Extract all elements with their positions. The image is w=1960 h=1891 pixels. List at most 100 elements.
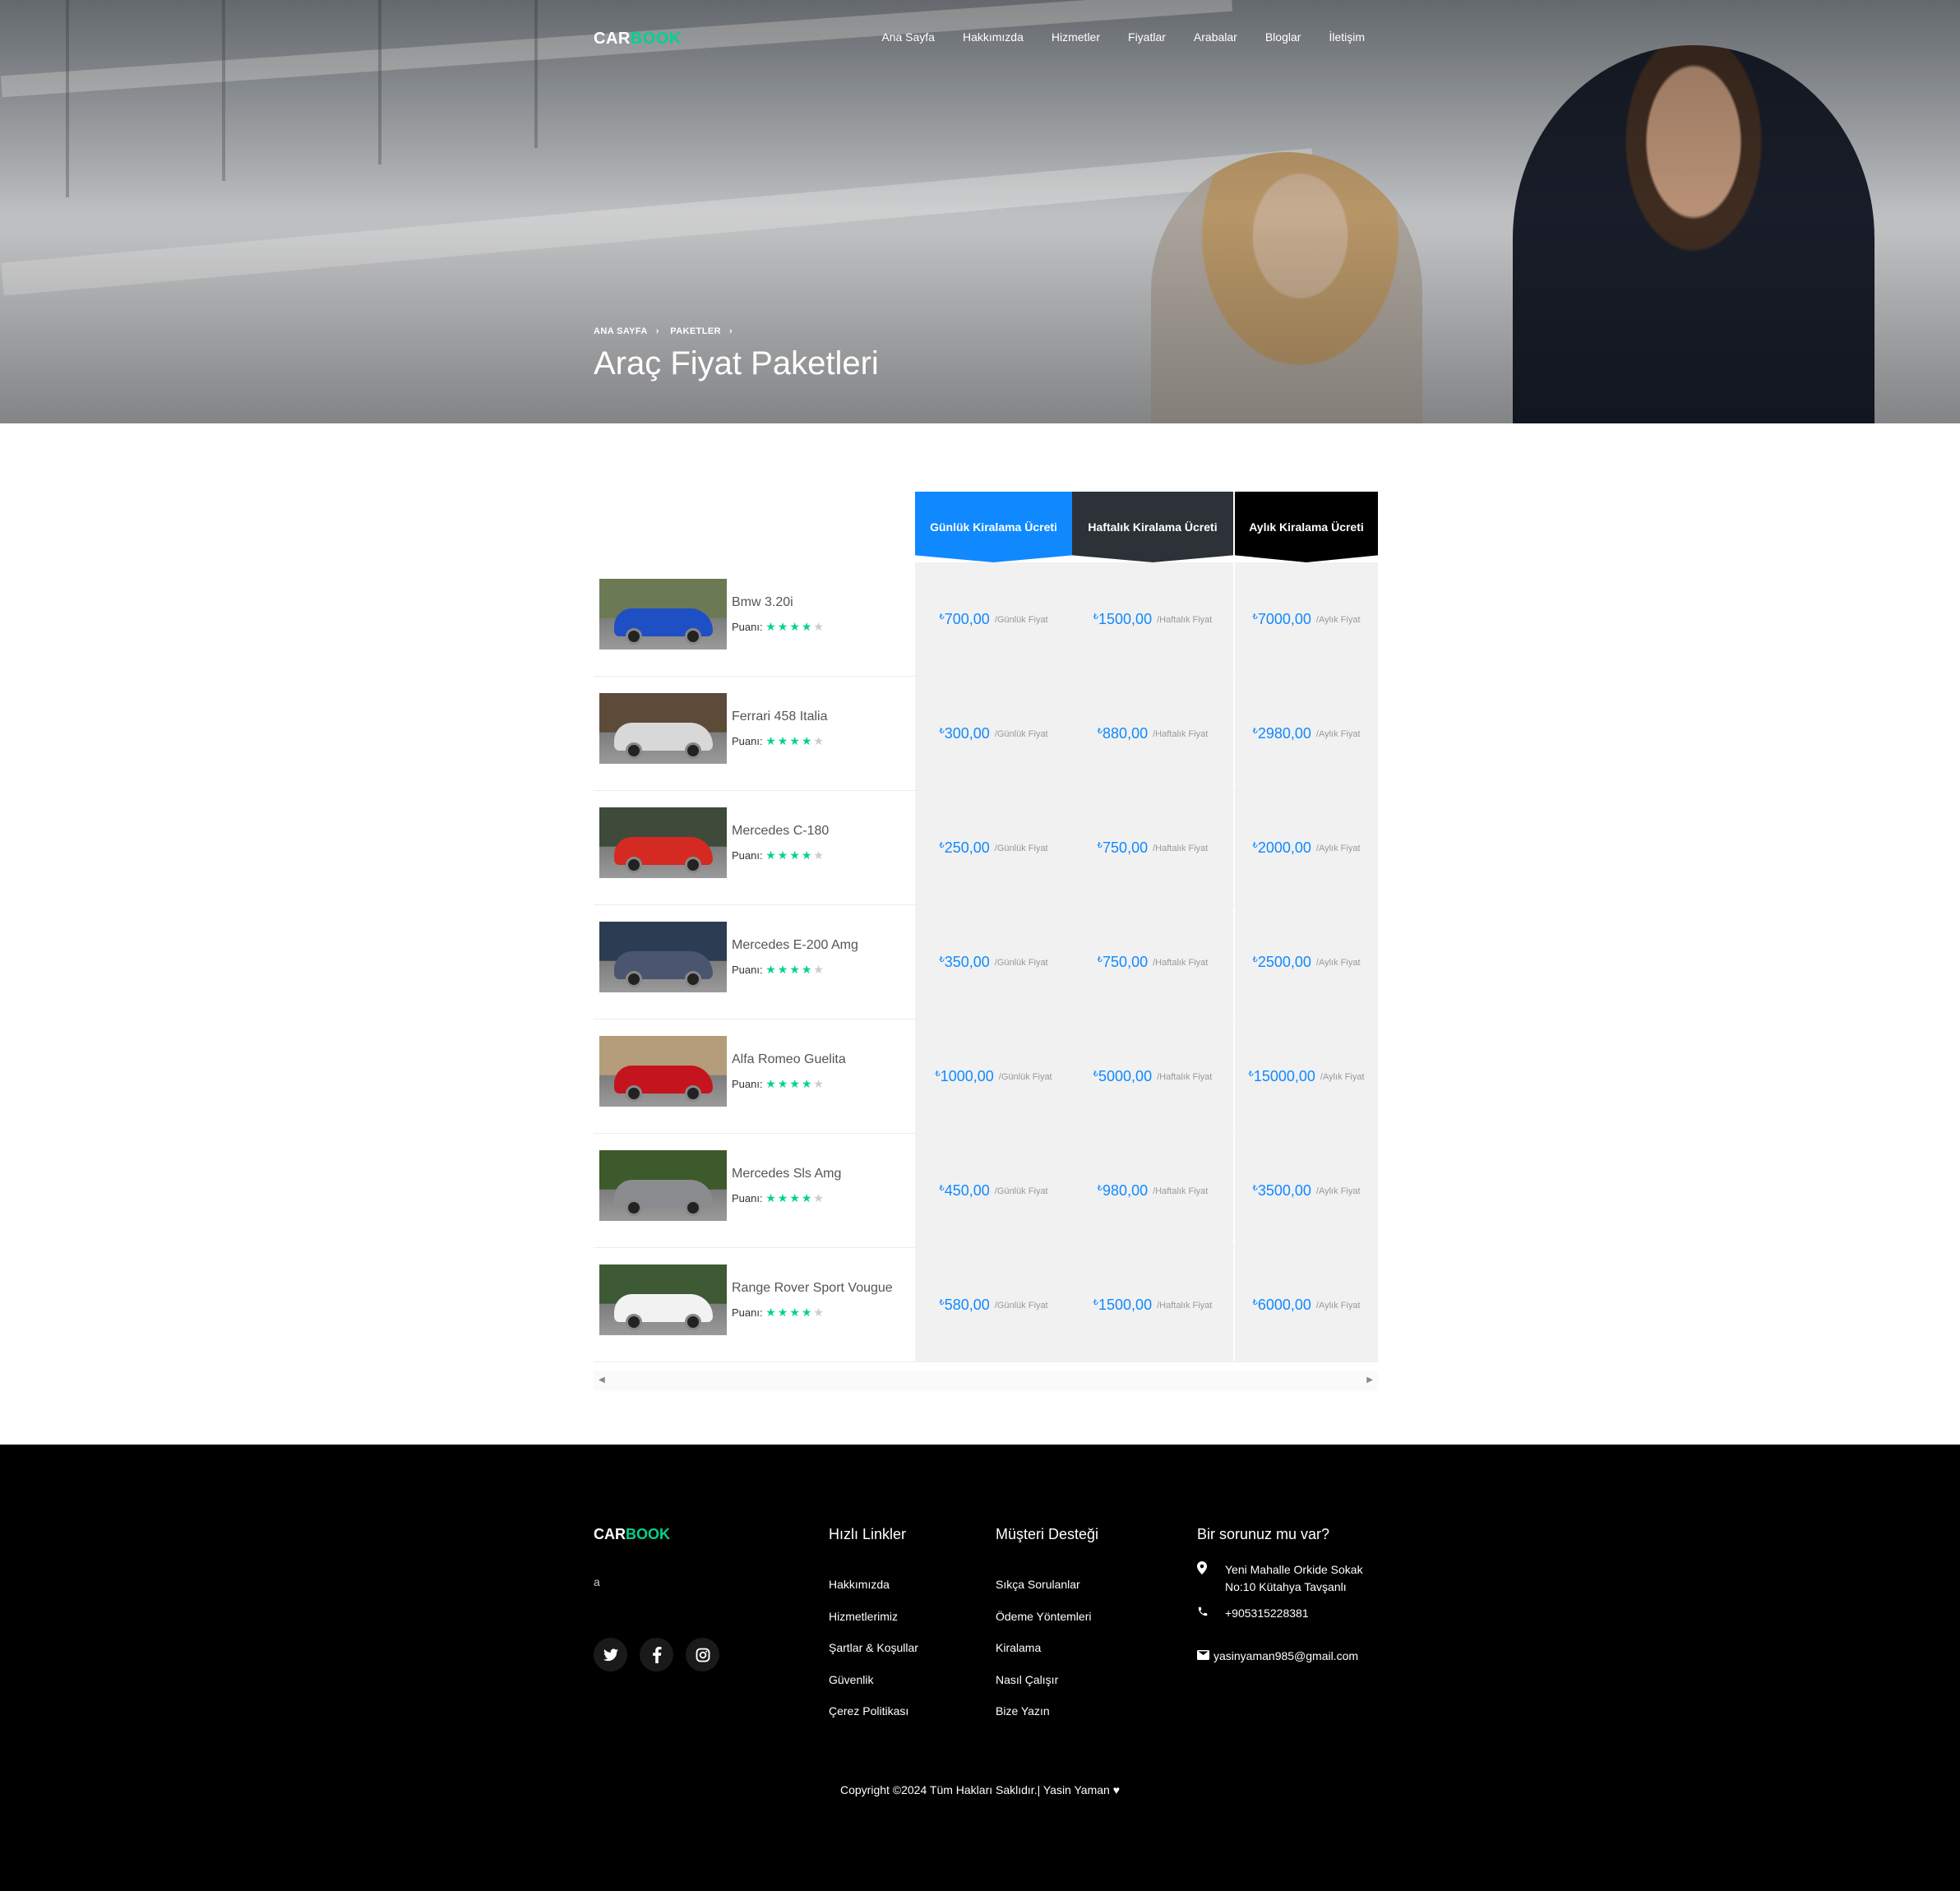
horizontal-scrollbar[interactable]: ◀ ▶: [594, 1371, 1378, 1390]
instagram-icon[interactable]: [686, 1638, 719, 1671]
star-rating-icon: ★★★★★: [765, 963, 825, 976]
price-cell-weekly: ₺ 750,00 /Haftalık Fiyat: [1072, 791, 1233, 905]
car-name[interactable]: Mercedes E-200 Amg: [732, 938, 858, 953]
star-rating-icon: ★★★★★: [765, 1191, 825, 1204]
price-amount: 980,00: [1102, 1182, 1149, 1199]
facebook-icon[interactable]: [640, 1638, 673, 1671]
twitter-icon[interactable]: [594, 1638, 627, 1671]
car-thumbnail[interactable]: [599, 579, 727, 650]
price-period: /Günlük Fiyat: [994, 957, 1048, 968]
breadcrumb-current: PAKETLER ›: [670, 326, 733, 336]
price-cell-weekly: ₺ 5000,00 /Haftalık Fiyat: [1072, 1019, 1233, 1134]
price-period: /Günlük Fiyat: [998, 1071, 1052, 1082]
price-cell-daily: ₺ 1000,00 /Günlük Fiyat: [915, 1019, 1072, 1134]
footer-link-hakkimizda[interactable]: Hakkımızda: [829, 1578, 918, 1610]
price-period: /Haftalık Fiyat: [1153, 1186, 1209, 1196]
footer: CARBOOK a Hızlı Linkler Hakkımızda Hizme…: [0, 1445, 1960, 1891]
price-cell-daily: ₺ 450,00 /Günlük Fiyat: [915, 1134, 1072, 1248]
car-thumbnail[interactable]: [599, 1150, 727, 1221]
price-amount: 750,00: [1102, 839, 1149, 856]
footer-link-hizmetlerimiz[interactable]: Hizmetlerimiz: [829, 1610, 918, 1642]
price-period: /Günlük Fiyat: [994, 1186, 1048, 1196]
footer-logo[interactable]: CARBOOK: [594, 1526, 670, 1543]
price-cell-daily: ₺ 580,00 /Günlük Fiyat: [915, 1248, 1072, 1362]
pricing-row: Mercedes Sls Amg Puanı: ★★★★★ ₺ 450,00 /…: [594, 1134, 1378, 1248]
header-daily: Günlük Kiralama Ücreti: [915, 492, 1072, 562]
price-cell-monthly: ₺ 2980,00 /Aylık Fiyat: [1235, 677, 1378, 791]
footer-link-bize-yazin[interactable]: Bize Yazın: [996, 1704, 1098, 1736]
price-period: /Haftalık Fiyat: [1153, 957, 1209, 968]
price-amount: 250,00: [944, 839, 990, 856]
price-period: /Aylık Fiyat: [1315, 843, 1361, 853]
price-amount: 5000,00: [1098, 1068, 1153, 1084]
support-column: Müşteri Desteği Sıkça Sorulanlar Ödeme Y…: [996, 1526, 1098, 1736]
contact-phone[interactable]: +905315228381: [1225, 1605, 1309, 1637]
footer-link-odeme[interactable]: Ödeme Yöntemleri: [996, 1610, 1098, 1642]
site-logo[interactable]: CARBOOK: [594, 30, 682, 49]
price-period: /Günlük Fiyat: [994, 843, 1048, 853]
price-cell-monthly: ₺ 6000,00 /Aylık Fiyat: [1235, 1248, 1378, 1362]
footer-link-guvenlik[interactable]: Güvenlik: [829, 1673, 918, 1705]
breadcrumb: ANA SAYFA › PAKETLER ›: [594, 326, 741, 336]
car-thumbnail[interactable]: [599, 693, 727, 764]
scroll-left-arrow-icon[interactable]: ◀: [599, 1375, 605, 1385]
price-period: /Haftalık Fiyat: [1153, 843, 1209, 853]
contact-email[interactable]: yasinyaman985@gmail.com: [1213, 1648, 1358, 1680]
nav-ana-sayfa[interactable]: Ana Sayfa: [881, 30, 935, 44]
car-name[interactable]: Alfa Romeo Guelita: [732, 1052, 846, 1067]
price-period: /Günlük Fiyat: [994, 614, 1048, 625]
car-thumbnail[interactable]: [599, 922, 727, 992]
footer-link-sartlar[interactable]: Şartlar & Koşullar: [829, 1641, 918, 1673]
car-rating: Puanı: ★★★★★: [732, 1077, 825, 1090]
footer-link-sss[interactable]: Sıkça Sorulanlar: [996, 1578, 1098, 1610]
car-rating: Puanı: ★★★★★: [732, 848, 825, 862]
breadcrumb-home[interactable]: ANA SAYFA ›: [594, 326, 659, 336]
pricing-row: Ferrari 458 Italia Puanı: ★★★★★ ₺ 300,00…: [594, 677, 1378, 791]
nav-hizmetler[interactable]: Hizmetler: [1052, 30, 1100, 44]
price-cell-daily: ₺ 700,00 /Günlük Fiyat: [915, 562, 1072, 677]
price-amount: 15000,00: [1253, 1068, 1315, 1084]
price-amount: 350,00: [944, 954, 990, 970]
price-period: /Aylık Fiyat: [1315, 957, 1361, 968]
price-cell-weekly: ₺ 1500,00 /Haftalık Fiyat: [1072, 1248, 1233, 1362]
quick-links-title: Hızlı Linkler: [829, 1526, 907, 1542]
price-cell-monthly: ₺ 2500,00 /Aylık Fiyat: [1235, 905, 1378, 1019]
price-amount: 1500,00: [1098, 611, 1153, 627]
price-cell-daily: ₺ 300,00 /Günlük Fiyat: [915, 677, 1072, 791]
footer-link-kiralama[interactable]: Kiralama: [996, 1641, 1098, 1673]
pricing-row: Mercedes C-180 Puanı: ★★★★★ ₺ 250,00 /Gü…: [594, 791, 1378, 905]
price-amount: 2500,00: [1257, 954, 1311, 970]
header-weekly: Haftalık Kiralama Ücreti: [1072, 492, 1233, 562]
car-name[interactable]: Range Rover Sport Vougue: [732, 1281, 893, 1296]
price-amount: 700,00: [944, 611, 990, 627]
nav-iletisim[interactable]: İletişim: [1329, 30, 1365, 44]
star-rating-icon: ★★★★★: [765, 1077, 825, 1090]
star-rating-icon: ★★★★★: [765, 848, 825, 862]
price-cell-monthly: ₺ 3500,00 /Aylık Fiyat: [1235, 1134, 1378, 1248]
scroll-right-arrow-icon[interactable]: ▶: [1366, 1375, 1373, 1385]
price-period: /Aylık Fiyat: [1315, 728, 1361, 739]
car-name[interactable]: Mercedes Sls Amg: [732, 1167, 841, 1181]
nav-fiyatlar[interactable]: Fiyatlar: [1128, 30, 1166, 44]
car-name[interactable]: Mercedes C-180: [732, 824, 829, 839]
car-thumbnail[interactable]: [599, 1265, 727, 1335]
car-name[interactable]: Bmw 3.20i: [732, 595, 793, 610]
nav-hakkimizda[interactable]: Hakkımızda: [963, 30, 1024, 44]
price-amount: 300,00: [944, 725, 990, 742]
footer-link-nasil[interactable]: Nasıl Çalışır: [996, 1673, 1098, 1705]
car-thumbnail[interactable]: [599, 1036, 727, 1107]
footer-link-cerez[interactable]: Çerez Politikası: [829, 1704, 918, 1736]
car-name[interactable]: Ferrari 458 Italia: [732, 710, 828, 724]
price-amount: 3500,00: [1257, 1182, 1311, 1199]
car-rating: Puanı: ★★★★★: [732, 1306, 825, 1319]
header-monthly: Aylık Kiralama Ücreti: [1235, 492, 1378, 562]
pricing-row: Range Rover Sport Vougue Puanı: ★★★★★ ₺ …: [594, 1248, 1378, 1362]
nav-arabalar[interactable]: Arabalar: [1194, 30, 1237, 44]
car-thumbnail[interactable]: [599, 807, 727, 878]
nav-bloglar[interactable]: Bloglar: [1265, 30, 1301, 44]
price-amount: 1500,00: [1098, 1297, 1153, 1313]
price-period: /Haftalık Fiyat: [1157, 1071, 1213, 1082]
quick-links-column: Hızlı Linkler Hakkımızda Hizmetlerimiz Ş…: [829, 1526, 918, 1736]
price-period: /Haftalık Fiyat: [1157, 614, 1213, 625]
car-rating: Puanı: ★★★★★: [732, 620, 825, 633]
